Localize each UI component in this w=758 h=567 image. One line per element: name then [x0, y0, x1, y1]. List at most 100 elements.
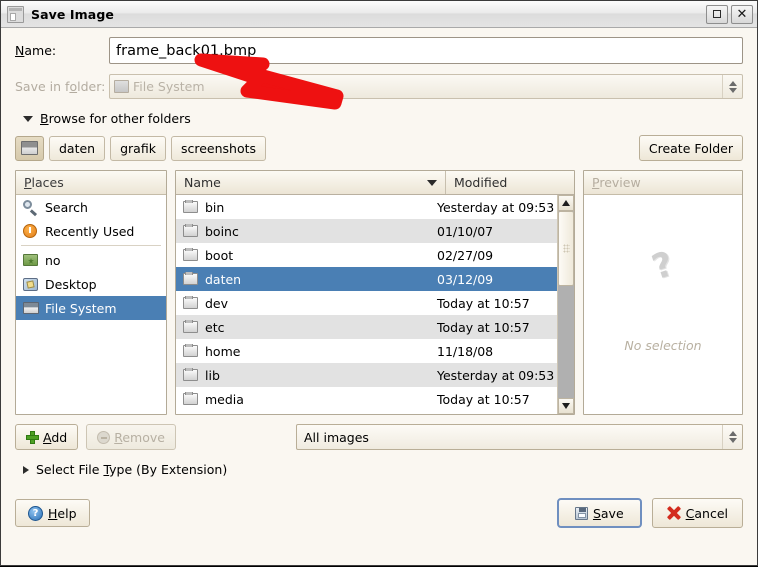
create-folder-button[interactable]: Create Folder — [639, 135, 743, 161]
places-header: Places — [16, 171, 166, 195]
triangle-up-icon — [562, 200, 570, 206]
window-icon — [7, 6, 24, 23]
maximize-button[interactable] — [706, 5, 728, 24]
breadcrumb-screenshots[interactable]: screenshots — [171, 136, 266, 161]
sidebar-item-file-system[interactable]: File System — [16, 296, 166, 320]
add-remove-filter-row: Add Remove All images — [15, 424, 743, 450]
file-list-scrollbar[interactable] — [557, 195, 574, 414]
dialog-body: Name: Save in folder: File System Browse… — [1, 28, 757, 565]
table-row[interactable]: boinc 01/10/07 — [176, 219, 557, 243]
folder-icon — [183, 273, 198, 285]
file-name-label: boinc — [205, 224, 239, 239]
scrollbar-track[interactable] — [558, 211, 574, 398]
scrollbar-thumb[interactable] — [558, 211, 574, 286]
column-header-modified[interactable]: Modified — [446, 171, 574, 194]
sidebar-item-recently-used[interactable]: Recently Used — [16, 219, 166, 243]
folder-icon — [183, 345, 198, 357]
column-header-modified-label: Modified — [454, 175, 507, 190]
sort-descending-icon — [427, 180, 437, 186]
table-row[interactable]: bin Yesterday at 09:53 — [176, 195, 557, 219]
desktop-icon — [23, 278, 40, 291]
sidebar-item-search[interactable]: Search — [16, 195, 166, 219]
cancel-button-label: Cancel — [686, 506, 728, 521]
table-row[interactable]: lib Yesterday at 09:53 — [176, 363, 557, 387]
file-name-cell: media — [176, 392, 429, 407]
save-in-folder-label: Save in folder: — [15, 79, 109, 94]
table-row[interactable]: daten 03/12/09 — [176, 267, 557, 291]
browse-for-other-folders-expander[interactable]: Browse for other folders — [23, 111, 743, 126]
filename-input[interactable] — [109, 37, 743, 64]
folder-icon — [183, 297, 198, 309]
save-in-folder-value: File System — [133, 79, 205, 94]
select-file-type-expander[interactable]: Select File Type (By Extension) — [23, 462, 743, 477]
remove-button[interactable]: Remove — [86, 424, 176, 450]
folder-icon — [183, 369, 198, 381]
chevron-down-icon — [729, 88, 737, 93]
maximize-icon — [713, 10, 721, 18]
grip-icon — [563, 244, 570, 253]
places-list: Search Recently Used no Desktop — [16, 195, 166, 414]
select-file-type-label: Select File Type (By Extension) — [36, 462, 227, 477]
table-row[interactable]: boot 02/27/09 — [176, 243, 557, 267]
file-list-body: bin Yesterday at 09:53 boinc 01/10/07 — [176, 195, 574, 414]
save-button-label: Save — [593, 506, 624, 521]
cancel-button[interactable]: Cancel — [652, 498, 743, 528]
preview-header: Preview — [584, 171, 742, 195]
close-icon: ✕ — [737, 9, 748, 20]
create-folder-label: Create Folder — [649, 141, 733, 156]
title-bar: Save Image ✕ — [1, 1, 757, 28]
browser-panes: Places Search Recently Used no — [15, 170, 743, 415]
sidebar-item-desktop[interactable]: Desktop — [16, 272, 166, 296]
triangle-down-icon — [562, 403, 570, 409]
places-separator — [21, 245, 161, 246]
file-name-cell: dev — [176, 296, 429, 311]
chevron-down-icon — [729, 438, 737, 443]
window-title: Save Image — [31, 7, 703, 22]
scroll-up-button[interactable] — [558, 195, 574, 211]
browse-expander-label: Browse for other folders — [40, 111, 191, 126]
file-list-pane: Name Modified bin Yeste — [175, 170, 575, 415]
places-item-label: Recently Used — [45, 224, 134, 239]
close-button[interactable]: ✕ — [731, 5, 753, 24]
chevron-up-icon — [729, 81, 737, 86]
file-modified-cell: Today at 10:57 — [429, 296, 557, 311]
save-in-folder-row: Save in folder: File System — [15, 74, 743, 99]
floppy-disk-icon — [575, 507, 588, 520]
file-name-cell: boot — [176, 248, 429, 263]
folder-icon — [183, 321, 198, 333]
filesystem-icon — [21, 141, 38, 155]
breadcrumb-daten[interactable]: daten — [49, 136, 105, 161]
file-modified-cell: 02/27/09 — [429, 248, 557, 263]
help-button[interactable]: ? Help — [15, 499, 90, 527]
footer-actions: Save Cancel — [557, 498, 743, 528]
folder-combo-spinner[interactable] — [722, 75, 742, 98]
file-name-label: dev — [205, 296, 228, 311]
triangle-down-icon — [23, 116, 33, 122]
table-row[interactable]: home 11/18/08 — [176, 339, 557, 363]
add-button[interactable]: Add — [15, 424, 78, 450]
chevron-up-icon — [729, 431, 737, 436]
breadcrumb-grafik[interactable]: grafik — [110, 136, 166, 161]
places-item-label: Search — [45, 200, 88, 215]
file-modified-cell: 03/12/09 — [429, 272, 557, 287]
breadcrumb-filesystem[interactable] — [15, 136, 44, 161]
table-row[interactable]: etc Today at 10:57 — [176, 315, 557, 339]
save-button[interactable]: Save — [557, 498, 642, 528]
file-filter-spinner[interactable] — [722, 425, 742, 449]
file-modified-cell: Today at 10:57 — [429, 320, 557, 335]
add-button-label: Add — [43, 430, 67, 445]
column-header-name-label: Name — [184, 175, 221, 190]
file-filter-combo[interactable]: All images — [296, 424, 743, 450]
column-header-name[interactable]: Name — [176, 171, 446, 194]
filesystem-icon — [114, 80, 129, 93]
file-name-cell: daten — [176, 272, 429, 287]
save-image-dialog: Save Image ✕ Name: Save in folder: File … — [0, 0, 758, 566]
save-in-folder-combo[interactable]: File System — [109, 74, 743, 99]
table-row[interactable]: media Today at 10:57 — [176, 387, 557, 411]
table-row[interactable]: dev Today at 10:57 — [176, 291, 557, 315]
places-item-label: no — [45, 253, 61, 268]
sidebar-item-no[interactable]: no — [16, 248, 166, 272]
path-bar: daten grafik screenshots Create Folder — [15, 135, 743, 161]
scroll-down-button[interactable] — [558, 398, 574, 414]
disk-icon — [23, 302, 40, 314]
